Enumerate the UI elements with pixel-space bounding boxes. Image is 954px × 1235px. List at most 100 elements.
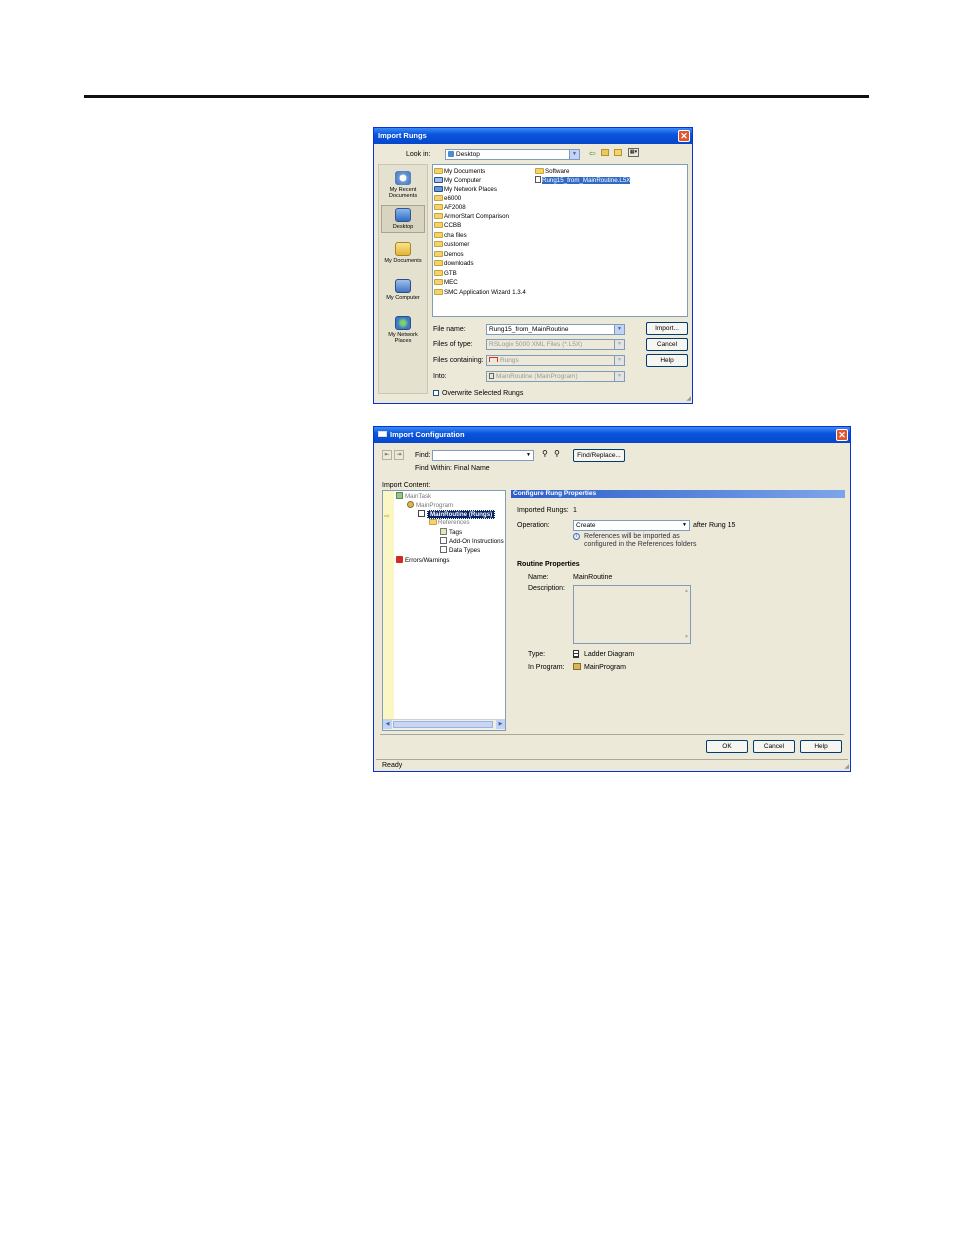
new-folder-icon[interactable] (614, 149, 622, 156)
folder-icon (434, 204, 443, 210)
find-replace-button[interactable]: Find/Replace... (573, 449, 625, 462)
list-item[interactable]: CCBB (434, 221, 461, 230)
view-menu-icon[interactable]: ▦▾ (628, 148, 639, 157)
list-item[interactable]: downloads (434, 259, 474, 268)
routine-properties-heading: Routine Properties (517, 561, 580, 568)
place-desktop[interactable]: Desktop (381, 205, 425, 233)
chevron-down-icon[interactable]: ▼ (569, 150, 579, 159)
place-label: My Documents (384, 258, 422, 264)
place-my-computer[interactable]: My Computer (381, 279, 425, 301)
scroll-up-icon[interactable]: ▲ (684, 587, 689, 596)
resize-grip-icon[interactable]: ◢ (844, 763, 849, 770)
list-item[interactable]: MEC (434, 278, 458, 287)
find-all-icon[interactable]: ⚲ (554, 449, 560, 458)
import-rungs-titlebar: Import Rungs ✕ (374, 128, 692, 144)
scroll-right-icon[interactable]: ▶ (496, 720, 505, 729)
tree-item-references[interactable]: References (429, 519, 470, 527)
folder-icon (434, 260, 443, 266)
tree-item-errors-warnings[interactable]: Errors/Warnings (396, 556, 449, 565)
in-program-label: In Program: (528, 664, 565, 671)
computer-icon (434, 177, 443, 183)
overwrite-checkbox[interactable]: Overwrite Selected Rungs (433, 390, 523, 397)
folder-icon (434, 251, 443, 257)
cancel-button[interactable]: Cancel (646, 338, 688, 351)
import-content-label: Import Content: (382, 482, 431, 489)
description-textarea[interactable]: ▲ ▼ (573, 585, 691, 644)
list-item[interactable]: GTB (434, 269, 457, 278)
files-containing-label: Files containing: (433, 357, 484, 364)
help-button[interactable]: Help (800, 740, 842, 753)
cancel-button[interactable]: Cancel (753, 740, 795, 753)
list-item[interactable]: My Documents (434, 167, 485, 176)
network-icon (434, 186, 443, 192)
find-previous-icon[interactable]: ⇤ (382, 450, 392, 460)
files-of-type-select[interactable]: RSLogix 5000 XML Files (*.L5X) ▼ (486, 339, 625, 350)
import-config-title: Import Configuration (390, 430, 465, 439)
list-item[interactable]: customer (434, 240, 469, 249)
rung-icon (489, 357, 498, 362)
tree-item-mainprogram[interactable]: MainProgram (407, 501, 453, 510)
place-my-documents[interactable]: My Documents (381, 242, 425, 264)
look-in-select[interactable]: Desktop ▼ (445, 149, 580, 160)
scroll-thumb[interactable] (393, 721, 493, 728)
find-binoculars-icon[interactable]: ⚲ (542, 449, 548, 458)
tree-item-tags[interactable]: Tags (440, 528, 462, 537)
horizontal-scrollbar[interactable]: ◀ ▶ (383, 719, 505, 730)
ok-button[interactable]: OK (706, 740, 748, 753)
list-item[interactable]: Software (535, 167, 569, 176)
chevron-down-icon[interactable]: ▼ (614, 325, 624, 334)
chevron-down-icon[interactable]: ▼ (614, 372, 624, 381)
place-recent-documents[interactable]: My Recent Documents (381, 171, 425, 199)
close-icon[interactable]: ✕ (836, 429, 848, 441)
close-icon[interactable]: ✕ (678, 130, 690, 142)
list-item-selected[interactable]: Rung15_from_MainRoutine.L5X (535, 176, 631, 185)
into-select[interactable]: MainRoutine (MainProgram) ▼ (486, 371, 625, 382)
imported-rungs-value: 1 (573, 507, 577, 514)
up-folder-icon[interactable] (601, 149, 609, 156)
chevron-down-icon[interactable]: ▼ (524, 451, 533, 460)
back-icon[interactable]: ⇦ (589, 149, 596, 158)
find-input[interactable]: ▼ (432, 450, 534, 461)
info-text-line-1: References will be imported as (584, 533, 680, 540)
list-item[interactable]: cha files (434, 231, 467, 240)
status-bar: Ready (376, 759, 848, 770)
file-name-input[interactable]: Rung15_from_MainRoutine ▼ (486, 324, 625, 335)
list-item[interactable]: Demos (434, 250, 464, 259)
import-rungs-dialog: Import Rungs ✕ Look in: Desktop ▼ ⇦ ▦▾ M… (373, 127, 693, 404)
program-icon (407, 501, 414, 508)
scroll-left-icon[interactable]: ◀ (383, 720, 392, 729)
list-item[interactable]: AF2008 (434, 203, 466, 212)
resize-grip-icon[interactable]: ◢ (686, 395, 691, 402)
folder-icon (429, 519, 437, 525)
tree-item-maintask[interactable]: MainTask (396, 492, 431, 501)
import-button[interactable]: Import... (646, 322, 688, 335)
checkbox-box (433, 390, 439, 396)
find-next-icon[interactable]: ⇥ (394, 450, 404, 460)
folder-icon (434, 270, 443, 276)
list-item[interactable]: SMC Application Wizard 1.3.4 (434, 288, 526, 297)
chevron-down-icon[interactable]: ▼ (614, 340, 624, 349)
error-icon (396, 556, 403, 563)
help-button[interactable]: Help (646, 354, 688, 367)
after-rung-text: after Rung 15 (693, 522, 736, 529)
tree-item-data-types[interactable]: Data Types (440, 546, 480, 555)
list-item[interactable]: My Computer (434, 176, 481, 185)
import-content-tree[interactable]: ⇨ MainTask MainProgram MainRoutine (Rung… (382, 490, 506, 731)
place-label: My Recent Documents (388, 187, 418, 199)
list-item[interactable]: ArmorStart Comparison (434, 212, 509, 221)
tree-item-mainroutine[interactable]: MainRoutine (Rungs) (418, 510, 496, 519)
folder-icon (434, 195, 443, 201)
description-label: Description: (528, 585, 565, 592)
tree-item-add-on-instructions[interactable]: Add-On Instructions (440, 537, 504, 546)
info-icon: i (573, 533, 580, 540)
chevron-down-icon[interactable]: ▼ (680, 521, 689, 530)
files-containing-select[interactable]: Rungs ▼ (486, 355, 625, 366)
scroll-down-icon[interactable]: ▼ (684, 633, 689, 642)
operation-select[interactable]: Create ▼ (573, 520, 690, 531)
list-item[interactable]: My Network Places (434, 185, 497, 194)
file-list[interactable]: My Documents My Computer My Network Plac… (432, 164, 688, 317)
task-icon (396, 492, 403, 499)
list-item[interactable]: e6000 (434, 194, 461, 203)
chevron-down-icon[interactable]: ▼ (614, 356, 624, 365)
place-my-network-places[interactable]: My Network Places (381, 316, 425, 344)
